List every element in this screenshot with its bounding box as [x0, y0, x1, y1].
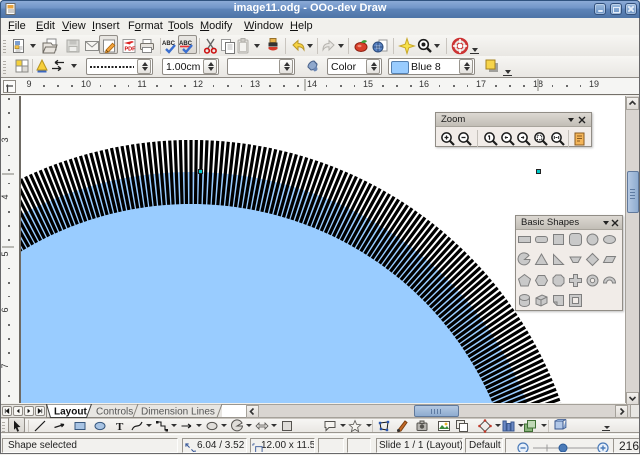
svg-text:Layout: Layout — [54, 407, 87, 418]
svg-text:Dimension Lines: Dimension Lines — [141, 407, 215, 418]
svg-text:PDF: PDF — [125, 47, 137, 53]
svg-text:T: T — [116, 421, 124, 433]
svg-text:Controls: Controls — [96, 407, 133, 418]
